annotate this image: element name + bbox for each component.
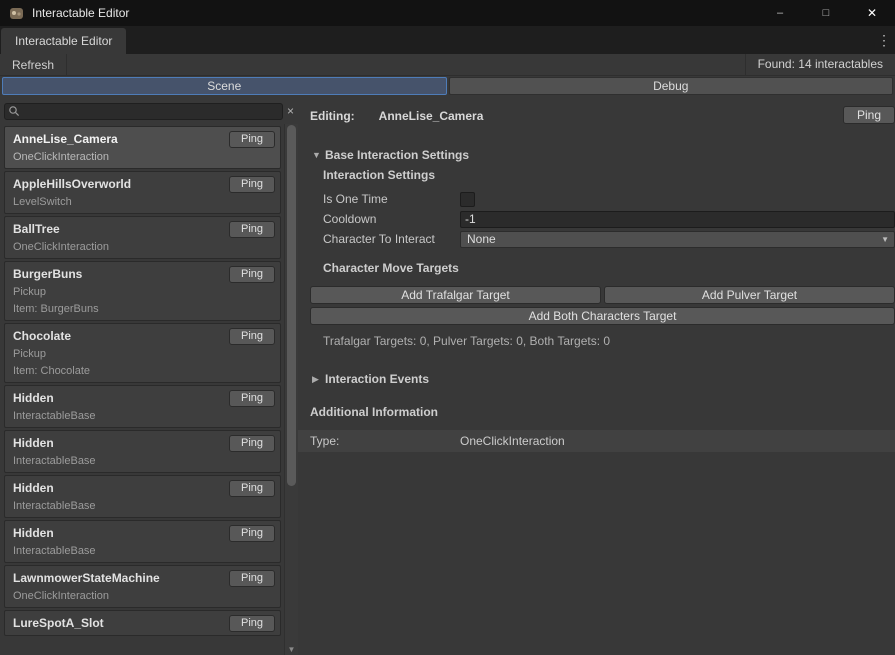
character-move-targets-header: Character Move Targets [323,261,895,277]
item-subtitle: InteractableBase [13,409,272,423]
targets-summary: Trafalgar Targets: 0, Pulver Targets: 0,… [323,334,895,348]
search-input[interactable] [23,104,282,119]
list-item[interactable]: BurgerBunsPickupItem: BurgerBunsPing [4,261,281,321]
dropdown-value: None [467,232,496,246]
foldout-base-label: Base Interaction Settings [325,148,469,162]
foldout-interaction-events[interactable]: ▶ Interaction Events [312,370,895,388]
is-one-time-row: Is One Time [310,189,895,209]
ping-button[interactable]: Ping [229,266,275,283]
item-subtitle: InteractableBase [13,499,272,513]
list-item[interactable]: ChocolatePickupItem: ChocolatePing [4,323,281,383]
editing-label: Editing: [310,109,355,123]
scene-list-panel: × AnneLise_CameraOneClickInteractionPing… [0,98,298,655]
scroll-down-icon[interactable]: ▼ [285,645,298,654]
interactable-editor-window: Interactable Editor – □ ✕ Interactable E… [0,0,895,655]
foldout-closed-icon: ▶ [312,374,325,385]
ping-button[interactable]: Ping [229,570,275,587]
add-trafalgar-target-button[interactable]: Add Trafalgar Target [310,286,601,304]
is-one-time-checkbox[interactable] [460,192,475,207]
editing-value: AnneLise_Camera [379,109,484,123]
character-to-interact-row: Character To Interact None ▼ [310,229,895,249]
additional-information-header: Additional Information [310,405,895,421]
list-item[interactable]: BallTreeOneClickInteractionPing [4,216,281,259]
list-wrap: AnneLise_CameraOneClickInteractionPingAp… [0,124,298,655]
ping-button[interactable]: Ping [229,435,275,452]
dropdown-caret-icon: ▼ [881,232,889,247]
kebab-menu-icon[interactable]: ⋮ [877,32,891,48]
scrollbar-thumb[interactable] [287,125,296,486]
is-one-time-label: Is One Time [323,192,460,206]
ping-button[interactable]: Ping [229,525,275,542]
list-item[interactable]: AnneLise_CameraOneClickInteractionPing [4,126,281,169]
ping-button[interactable]: Ping [229,480,275,497]
ping-button[interactable]: Ping [229,390,275,407]
editing-row: Editing: AnneLise_Camera Ping [310,106,895,126]
search-icon [8,105,20,117]
item-subtitle: Item: BurgerBuns [13,302,272,316]
search-field[interactable] [4,103,283,120]
foldout-base-interaction-settings[interactable]: ▼ Base Interaction Settings [312,146,895,164]
item-subtitle: Pickup [13,347,272,361]
list-item[interactable]: LawnmowerStateMachineOneClickInteraction… [4,565,281,608]
interactable-list: AnneLise_CameraOneClickInteractionPingAp… [0,124,284,655]
toolbar: Refresh Found: 14 interactables [0,54,895,76]
cooldown-row: Cooldown [310,209,895,229]
add-pulver-target-button[interactable]: Add Pulver Target [604,286,895,304]
window-title: Interactable Editor [32,6,129,20]
ping-button[interactable]: Ping [229,176,275,193]
ping-button[interactable]: Ping [229,221,275,238]
inspector-panel: Editing: AnneLise_Camera Ping ▼ Base Int… [298,98,895,655]
foldout-open-icon: ▼ [312,150,325,160]
item-subtitle: InteractableBase [13,544,272,558]
cooldown-label: Cooldown [323,212,460,226]
interaction-settings-header: Interaction Settings [323,168,895,184]
window-controls: – □ ✕ [757,0,895,26]
move-target-buttons: Add Trafalgar Target Add Pulver Target [310,286,895,304]
tab-debug[interactable]: Debug [449,77,894,95]
type-label: Type: [310,434,460,448]
refresh-button[interactable]: Refresh [0,54,67,76]
item-subtitle: OneClickInteraction [13,150,272,164]
list-item[interactable]: HiddenInteractableBasePing [4,385,281,428]
vertical-scrollbar[interactable]: ▼ [284,124,298,655]
item-subtitle: OneClickInteraction [13,589,272,603]
list-item[interactable]: HiddenInteractableBasePing [4,430,281,473]
view-tabs: Scene Debug [0,76,895,98]
list-item[interactable]: LureSpotA_SlotPing [4,610,281,636]
tab-label: Interactable Editor [15,34,112,48]
foldout-events-label: Interaction Events [325,372,429,386]
tab-strip: Interactable Editor ⋮ [0,26,895,54]
ping-button[interactable]: Ping [229,328,275,345]
app-icon [9,6,24,21]
search-clear-button[interactable]: × [283,102,298,120]
search-row: × [0,98,298,124]
item-subtitle: OneClickInteraction [13,240,272,254]
item-subtitle: InteractableBase [13,454,272,468]
character-to-interact-dropdown[interactable]: None ▼ [460,231,895,248]
list-item[interactable]: HiddenInteractableBasePing [4,475,281,518]
ping-button[interactable]: Ping [229,131,275,148]
type-value: OneClickInteraction [460,434,565,448]
found-count-label: Found: 14 interactables [745,54,895,75]
item-subtitle: Pickup [13,285,272,299]
add-both-characters-target-button[interactable]: Add Both Characters Target [310,307,895,325]
item-subtitle: LevelSwitch [13,195,272,209]
tab-scene[interactable]: Scene [2,77,447,95]
close-button[interactable]: ✕ [849,0,895,26]
tab-interactable-editor[interactable]: Interactable Editor [1,28,126,54]
item-subtitle: Item: Chocolate [13,364,272,378]
minimize-button[interactable]: – [757,0,803,26]
editing-ping-button[interactable]: Ping [843,106,895,124]
type-row: Type: OneClickInteraction [298,430,895,452]
ping-button[interactable]: Ping [229,615,275,632]
maximize-button[interactable]: □ [803,0,849,26]
main-split: × AnneLise_Camera OneClickInteraction Ping… [0,98,895,655]
character-to-interact-label: Character To Interact [323,232,460,246]
list-item[interactable]: AppleHillsOverworldLevelSwitchPing [4,171,281,214]
titlebar: Interactable Editor – □ ✕ [0,0,895,26]
list-item[interactable]: HiddenInteractableBasePing [4,520,281,563]
cooldown-input[interactable] [460,211,895,228]
